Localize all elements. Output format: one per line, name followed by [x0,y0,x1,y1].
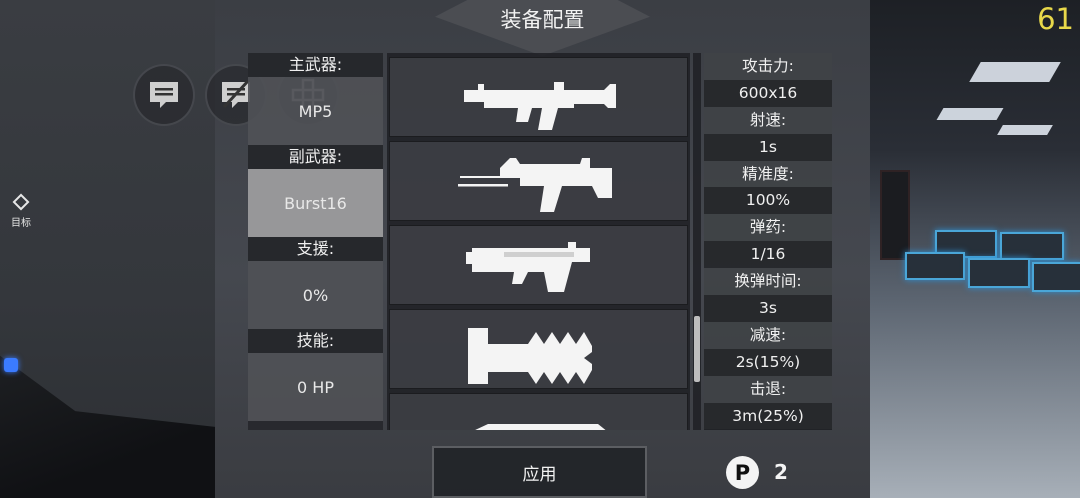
stat-value-reload-time: 3s [704,295,832,322]
stat-value-fire-rate: 1s [704,133,832,161]
slot-label-primary: 主武器: [248,53,383,77]
shotgun-rifle-icon [457,158,612,212]
weapon-card[interactable] [389,57,688,137]
stat-value-knockback: 3m(25%) [704,402,832,430]
stat-label-slow: 减速: [704,321,832,349]
weapon-card[interactable] [389,309,688,389]
weapon-card[interactable] [389,393,688,430]
stat-value-accuracy: 100% [704,187,832,215]
objective-marker: 目标 [8,193,34,229]
glowing-crate [1000,232,1064,260]
stat-label-knockback: 击退: [704,375,832,403]
ceiling-light [936,108,1004,120]
chat-bubble-icon [150,82,178,108]
slot-skill-value[interactable]: 0 HP [248,353,383,421]
slot-secondary-value[interactable]: Burst16 [248,169,383,237]
ceiling-light [969,62,1061,82]
glowing-crate [905,252,965,280]
stat-label-accuracy: 精准度: [704,160,832,188]
glowing-crate [968,258,1030,288]
weapon-card[interactable] [389,225,688,305]
page-title: 装备配置 [500,8,585,32]
stat-label-damage: 攻击力: [704,53,832,80]
stat-label-reload-time: 换弹时间: [704,268,832,296]
weapon-list[interactable] [387,53,690,430]
blade-weapon-icon [474,424,605,430]
weapon-list-scroll-thumb[interactable] [694,316,700,382]
objective-label: 目标 [11,218,31,229]
chat-button[interactable] [133,64,195,126]
stat-label-fire-rate: 射速: [704,106,832,134]
ceiling-light [997,125,1053,135]
points-value: 2 [774,460,788,484]
spiked-melee-icon [467,328,592,384]
stat-value-slow: 2s(15%) [704,348,832,376]
scene-door [880,170,910,260]
slot-label-skill: 技能: [248,329,383,353]
weapon-stats: 攻击力: 600x16 射速: 1s 精准度: 100% 弹药: 1/16 换弹… [704,53,832,430]
fps-counter: 61 [1037,2,1074,36]
objective-diamond-icon [12,193,30,211]
slot-label-support: 支援: [248,237,383,261]
heavy-launcher-icon [465,242,590,292]
points-icon: P [726,456,759,489]
loadout-slots: 主武器: MP5 副武器: Burst16 支援: 0% 技能: 0 HP [248,53,383,430]
glowing-crate [1032,262,1080,292]
weapon-card[interactable] [389,141,688,221]
slot-label-secondary: 副武器: [248,145,383,169]
slot-support-value[interactable]: 0% [248,261,383,329]
stat-value-damage: 600x16 [704,79,832,107]
stat-value-ammo: 1/16 [704,241,832,269]
slot-primary-value[interactable]: MP5 [248,77,383,145]
apply-button[interactable]: 应用 [432,446,647,498]
stat-label-ammo: 弹药: [704,214,832,242]
assault-rifle-icon [463,82,616,130]
weapon-indicator-light [4,358,18,372]
